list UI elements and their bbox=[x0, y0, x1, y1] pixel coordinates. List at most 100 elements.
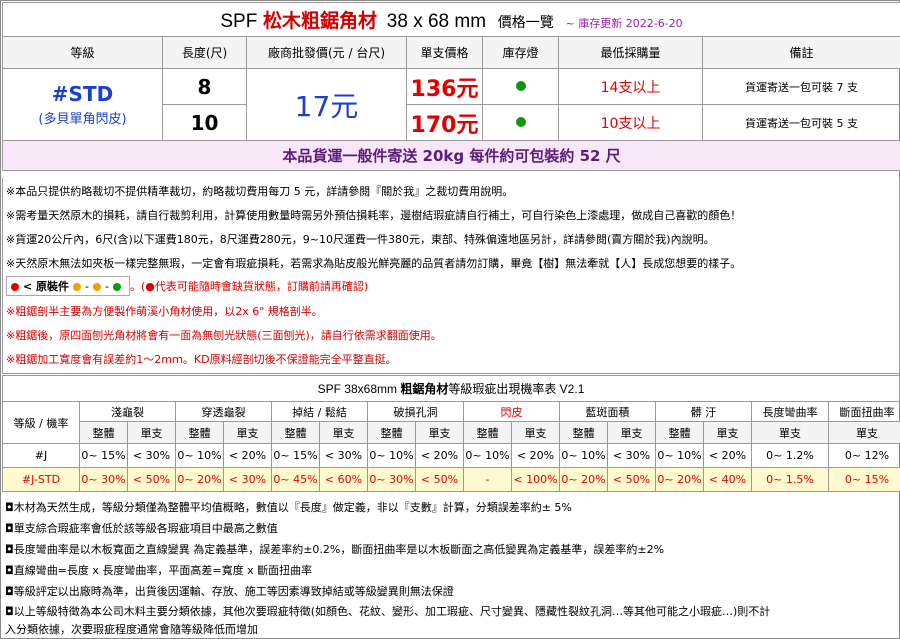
shipping-info: 本品貨運一般件寄送 20kg 每件約可包裝約 52 尺 bbox=[2, 140, 900, 171]
sub-header-single: 單支 bbox=[828, 421, 900, 444]
defect-rate-cell: 0~ 10% bbox=[175, 443, 224, 468]
footer-note: ◘直線彎曲=長度 x 長度彎曲率，平面高差=寬度 x 斷面扭曲率 bbox=[5, 564, 313, 577]
orange-dot-icon bbox=[73, 283, 82, 291]
title-dimension: 38 x 68 mm bbox=[386, 11, 487, 32]
grade-label: #J-STD bbox=[2, 467, 80, 492]
sub-header-whole: 整體 bbox=[271, 421, 320, 444]
footer-note: ◘單支綜合瑕疵率會低於該等級各瑕疵項目中最高之數值 bbox=[5, 522, 278, 535]
header-stock-light: 庫存燈 bbox=[482, 36, 559, 69]
title-suffix: 價格一覽 bbox=[497, 15, 554, 31]
price-sheet: SPF 松木粗鋸角材 38 x 68 mm 價格一覽 ~ 庫存更新 2022-6… bbox=[0, 0, 900, 639]
notes-block: ※本品只提供約略裁切不提供精準裁切，約略裁切費用每刀 5 元，詳請參閱『關於我』… bbox=[2, 178, 900, 374]
defect-rate-cell: 0~ 30% bbox=[367, 467, 417, 492]
defect-rate-cell: < 20% bbox=[703, 443, 753, 468]
defect-rate-cell: < 30% bbox=[318, 443, 369, 468]
sub-header-whole: 整體 bbox=[559, 421, 609, 444]
defect-rate-cell: 0~ 20% bbox=[175, 467, 224, 492]
defect-rate-cell: < 100% bbox=[511, 467, 561, 492]
note-line: ※天然原木無法如夾板一樣完整無瑕，一定會有瑕疵損耗，若需求為貼皮般光鮮亮麗的品質… bbox=[6, 257, 742, 270]
red-dot-icon bbox=[11, 283, 19, 291]
sub-header-whole: 整體 bbox=[655, 421, 705, 444]
defect-rate-cell: < 50% bbox=[607, 467, 657, 492]
sub-header-single: 單支 bbox=[223, 421, 272, 444]
defect-table-title: SPF 38x68mm 粗鋸角材等級瑕疵出現機率表 V2.1 bbox=[2, 375, 900, 401]
length-value: 10 bbox=[162, 104, 247, 141]
defect-category: 閃皮 bbox=[463, 401, 561, 422]
defect-category: 淺龜裂 bbox=[79, 401, 176, 422]
defect-rate-cell: 0~ 10% bbox=[655, 443, 705, 468]
defect-category: 斷面扭曲率 bbox=[828, 401, 900, 422]
twist-rate-cell: 0~ 12% bbox=[828, 443, 900, 468]
defect-rate-cell: 0~ 30% bbox=[79, 467, 128, 492]
defect-category: 髒 汙 bbox=[655, 401, 753, 422]
sub-header-single: 單支 bbox=[751, 421, 830, 444]
defect-rate-cell: < 20% bbox=[511, 443, 561, 468]
note-line: ※需考量天然原木的損耗，請自行裁剪利用，計算使用數量時需另外預估損耗率，邊樹結瑕… bbox=[6, 209, 742, 222]
stock-light bbox=[482, 104, 559, 141]
footer-note: ◘長度彎曲率是以木板寬面之直線變異 為定義基準，誤差率約±0.2%，斷面扭曲率是… bbox=[5, 543, 665, 556]
defect-rate-cell: < 50% bbox=[127, 467, 176, 492]
defect-rate-cell: < 40% bbox=[703, 467, 753, 492]
sub-header-single: 單支 bbox=[511, 421, 561, 444]
sub-header-single: 單支 bbox=[127, 421, 176, 444]
green-dot-icon bbox=[113, 283, 122, 291]
legend-box: < 原裝件 - - bbox=[6, 276, 131, 296]
orange-dot-icon bbox=[93, 283, 102, 291]
grade-desc: (多貝單角閃皮) bbox=[38, 112, 127, 127]
defect-table: 等級 / 機率 淺龜裂 穿透龜裂 掉結 / 鬆結 破損孔洞 閃皮 藍斑面積 髒 … bbox=[2, 401, 900, 492]
defect-title-prefix: SPF 38x68mm bbox=[317, 382, 397, 396]
title-spf: SPF bbox=[220, 11, 258, 32]
footer-note: 入分類依據，次要瑕疵程度通常會隨等級降低而增加 bbox=[5, 623, 258, 636]
defect-rate-cell: 0~ 20% bbox=[655, 467, 705, 492]
footer-note: ◘等級評定以出廠時為準，出貨後因運輸、存放、施工等因素導致掉結或等級變異則無法保… bbox=[5, 585, 454, 598]
stock-dot-icon bbox=[515, 80, 526, 91]
header-unit-price: 單支價格 bbox=[406, 36, 483, 69]
legend-label: < 原裝件 bbox=[23, 280, 70, 293]
grade-code: #STD bbox=[51, 82, 114, 106]
sub-header-whole: 整體 bbox=[79, 421, 128, 444]
grade-label: #J bbox=[2, 443, 80, 468]
defect-rate-cell: < 60% bbox=[318, 467, 369, 492]
defect-rate-cell: 0~ 10% bbox=[559, 443, 609, 468]
defect-rate-cell: < 20% bbox=[415, 443, 465, 468]
defect-category: 掉結 / 鬆結 bbox=[270, 401, 369, 422]
wholesale-price: 17元 bbox=[246, 68, 407, 141]
header-min-purchase: 最低採購量 bbox=[558, 36, 703, 69]
page-title: SPF 松木粗鋸角材 38 x 68 mm 價格一覽 ~ 庫存更新 2022-6… bbox=[2, 2, 900, 37]
sub-header-whole: 整體 bbox=[175, 421, 224, 444]
defect-table-section: SPF 38x68mm 粗鋸角材等級瑕疵出現機率表 V2.1 等級 / 機率 淺… bbox=[2, 375, 900, 492]
warning-line: ※粗鋸剖半主要為方便製作萌溪小角材使用，以2x 6" 規格剖半。 bbox=[6, 305, 323, 318]
defect-rate-cell: 0~ 10% bbox=[367, 443, 417, 468]
defect-category: 藍斑面積 bbox=[559, 401, 657, 422]
defect-rate-cell: - bbox=[463, 467, 513, 492]
defect-category: 穿透龜裂 bbox=[175, 401, 272, 422]
defect-rate-cell: < 20% bbox=[223, 443, 272, 468]
header-grade: 等級 bbox=[2, 36, 163, 69]
defect-rate-cell: 0~ 15% bbox=[271, 443, 320, 468]
footer-notes: ◘木材為天然生成，等級分類僅為整體平均值概略，數值以『長度』做定義，非以『支數』… bbox=[2, 495, 900, 639]
sub-header-whole: 整體 bbox=[463, 421, 513, 444]
sub-header-single: 單支 bbox=[607, 421, 657, 444]
sub-header-single: 單支 bbox=[318, 421, 369, 444]
defect-title-suffix: 等級瑕疵出現機率表 V2.1 bbox=[448, 382, 585, 396]
min-purchase: 10支以上 bbox=[558, 104, 703, 141]
note-line: ※貨運20公斤內，6尺(含)以下運費180元，8尺運費280元，9~10尺運費一… bbox=[6, 233, 715, 246]
bend-rate-cell: 0~ 1.5% bbox=[751, 467, 830, 492]
defect-rate-cell: 0~ 15% bbox=[79, 443, 128, 468]
warning-line: ※粗鋸加工寬度會有誤差約1～2mｍ。KD原料經剖切後不保證能完全平整直挺。 bbox=[6, 353, 397, 366]
defect-rate-cell: < 30% bbox=[607, 443, 657, 468]
sub-header-single: 單支 bbox=[703, 421, 753, 444]
twist-rate-cell: 0~ 15% bbox=[828, 467, 900, 492]
defect-rate-cell: 0~ 10% bbox=[463, 443, 513, 468]
min-purchase: 14支以上 bbox=[558, 68, 703, 105]
unit-price: 170元 bbox=[406, 104, 483, 141]
note-line: ※本品只提供約略裁切不提供精準裁切，約略裁切費用每刀 5 元，詳請參閱『關於我』… bbox=[6, 185, 514, 198]
defect-category: 長度彎曲率 bbox=[751, 401, 830, 422]
legend-text: 。(●代表可能隨時會缺貨狀態，訂購前請再確認) bbox=[130, 280, 369, 293]
defect-rate-cell: 0~ 20% bbox=[559, 467, 609, 492]
stock-update-date: ~ 庫存更新 2022-6-20 bbox=[565, 17, 683, 30]
row-note: 貨運寄送一包可裝 5 支 bbox=[702, 104, 900, 141]
defect-rate-cell: 0~ 45% bbox=[271, 467, 320, 492]
defect-rate-cell: < 30% bbox=[127, 443, 176, 468]
sub-header-whole: 整體 bbox=[367, 421, 417, 444]
